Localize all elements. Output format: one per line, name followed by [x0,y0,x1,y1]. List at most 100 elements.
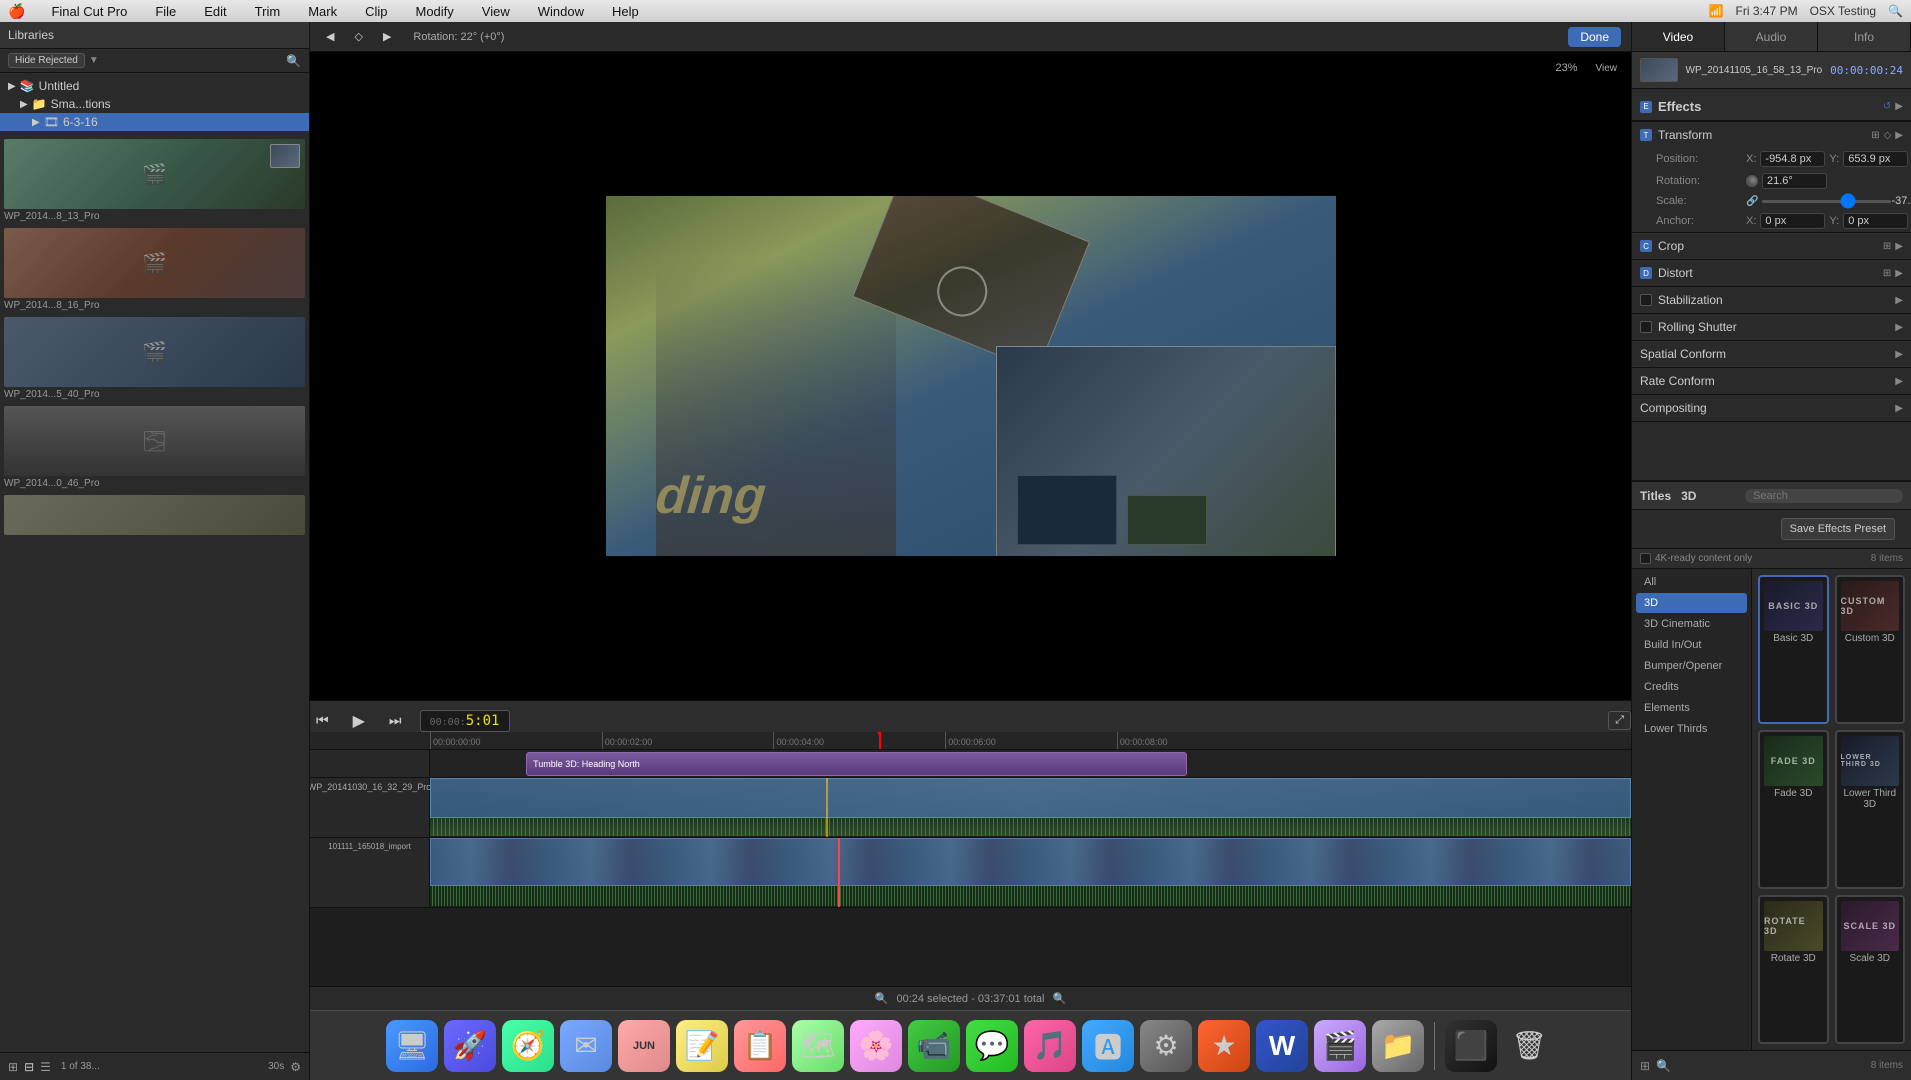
cat-3d-cinematic[interactable]: 3D Cinematic [1636,614,1747,634]
cat-all[interactable]: All [1636,572,1747,592]
dock-messages[interactable]: 💬 [966,1020,1018,1072]
title-card-fade-3d[interactable]: FADE 3D Fade 3D [1758,730,1829,890]
search-icon[interactable]: 🔍 [286,54,301,68]
list-view-icon[interactable]: ⊞ [8,1060,18,1074]
menu-file[interactable]: File [149,2,182,21]
clip-item[interactable] [4,495,305,535]
menu-mark[interactable]: Mark [302,2,343,21]
cat-build-in-out[interactable]: Build In/Out [1636,635,1747,655]
menu-window[interactable]: Window [532,2,590,21]
save-effects-preset-btn[interactable]: Save Effects Preset [1781,518,1895,540]
dock-itunes[interactable]: 🎵 [1024,1020,1076,1072]
dock-safari[interactable]: 🧭 [502,1020,554,1072]
effects-header[interactable]: E Effects ↺ ▶ [1632,93,1911,121]
dock-trash[interactable]: 🗑 [1503,1020,1555,1072]
track-content-video1[interactable] [430,778,1631,837]
clip-item[interactable]: 🌫 WP_2014...0_46_Pro [4,406,305,491]
distort-header[interactable]: D Distort ⊞ ▶ [1632,260,1911,286]
dock-launchpad[interactable]: 🚀 [444,1020,496,1072]
video-clip-1[interactable] [430,778,1631,818]
next-frame-btn[interactable]: ▶ [377,26,397,47]
effects-reset[interactable]: ↺ [1883,101,1891,112]
rate-conform-header[interactable]: Rate Conform ▶ [1632,368,1911,394]
menu-edit[interactable]: Edit [198,2,232,21]
crop-expand[interactable]: ▶ [1895,241,1903,252]
title-card-custom-3d[interactable]: CUSTOM 3D Custom 3D [1835,575,1906,724]
play-btn[interactable]: ▶ [347,707,371,735]
go-to-end-btn[interactable]: ⏭ [383,708,408,733]
dock-word[interactable]: W [1256,1020,1308,1072]
playhead[interactable] [879,732,881,749]
add-to-timeline-icon[interactable]: ⊞ [1640,1059,1650,1073]
tab-info[interactable]: Info [1818,22,1911,51]
pos-y-field[interactable]: 653.9 px [1843,151,1908,167]
spatial-conform-header[interactable]: Spatial Conform ▶ [1632,341,1911,367]
distort-expand[interactable]: ▶ [1895,268,1903,279]
settings-icon[interactable]: ⚙ [290,1060,301,1074]
cat-elements[interactable]: Elements [1636,698,1747,718]
dock-notes[interactable]: 📝 [676,1020,728,1072]
rolling-shutter-expand[interactable]: ▶ [1895,322,1903,333]
clip-item[interactable]: 🎬 WP_2014...8_16_Pro [4,228,305,313]
title-card-scale-3d[interactable]: SCALE 3D Scale 3D [1835,895,1906,1044]
apple-menu[interactable]: 🍎 [8,3,25,20]
library-item-event[interactable]: ▶ 🎞 6-3-16 [0,113,309,131]
titles-search-input[interactable] [1745,489,1903,503]
rolling-shutter-checkbox[interactable] [1640,321,1652,333]
dock-finalcut[interactable]: 🎬 [1314,1020,1366,1072]
cat-lower-thirds[interactable]: Lower Thirds [1636,719,1747,739]
stabilization-header[interactable]: Stabilization ▶ [1632,287,1911,313]
transform-keyframe-icon[interactable]: ◇ [1884,130,1892,141]
menu-trim[interactable]: Trim [249,2,287,21]
dock-finder2[interactable]: 📁 [1372,1020,1424,1072]
done-button[interactable]: Done [1568,27,1621,47]
transform-expand[interactable]: ▶ [1895,130,1903,141]
cat-bumper-opener[interactable]: Bumper/Opener [1636,656,1747,676]
track-content[interactable]: Tumble 3D: Heading North [430,750,1631,777]
stabilization-checkbox[interactable] [1640,294,1652,306]
4k-filter-checkbox[interactable] [1640,553,1651,564]
title-card-lower-third-3d[interactable]: LOWER THIRD 3D Lower Third 3D [1835,730,1906,890]
tab-audio[interactable]: Audio [1725,22,1818,51]
menu-finalcutpro[interactable]: Final Cut Pro [45,2,133,21]
dock-facetime[interactable]: 📹 [908,1020,960,1072]
scale-link-icon[interactable]: 🔗 [1746,196,1758,207]
menu-modify[interactable]: Modify [409,2,459,21]
rotation-dial[interactable] [1746,175,1758,187]
search-icon-titles[interactable]: 🔍 [1656,1059,1671,1073]
transform-grid-icon[interactable]: ⊞ [1871,130,1879,141]
prev-frame-btn[interactable]: ◀ [320,26,340,47]
video-clip-2[interactable] [430,838,1631,886]
compositing-header[interactable]: Compositing ▶ [1632,395,1911,421]
menu-help[interactable]: Help [606,2,645,21]
anchor-x-field[interactable]: 0 px [1760,213,1825,229]
rotation-field[interactable]: 21.6° [1762,173,1827,189]
title-card-rotate-3d[interactable]: ROTATE 3D Rotate 3D [1758,895,1829,1044]
library-item-smartcollections[interactable]: ▶ 📁 Sma...tions [0,95,309,113]
rate-expand[interactable]: ▶ [1895,376,1903,387]
dock-reeder[interactable]: ★ [1198,1020,1250,1072]
search-icon[interactable]: 🔍 [1888,4,1903,18]
dock-maps[interactable]: 🗺 [792,1020,844,1072]
overlay-clip-office[interactable] [996,346,1336,556]
grid-view-icon[interactable]: ⊟ [24,1060,34,1074]
match-btn[interactable]: ◇ [348,26,368,47]
anchor-y-field[interactable]: 0 px [1843,213,1908,229]
menu-clip[interactable]: Clip [359,2,393,21]
menu-view[interactable]: View [476,2,516,21]
title-card-basic-3d[interactable]: BASIC 3D Basic 3D [1758,575,1829,724]
dock-terminal[interactable]: ⬛ [1445,1020,1497,1072]
dock-finder[interactable]: 🖥 [386,1020,438,1072]
view-label[interactable]: View [1590,61,1624,76]
dock-sysprefs[interactable]: ⚙ [1140,1020,1192,1072]
title-clip[interactable]: Tumble 3D: Heading North [526,752,1187,776]
scale-slider[interactable] [1762,200,1891,203]
dock-photos[interactable]: 🌸 [850,1020,902,1072]
compositing-expand[interactable]: ▶ [1895,403,1903,414]
effects-expand[interactable]: ▶ [1895,101,1903,112]
clip-item[interactable]: 🎬 WP_2014...5_40_Pro [4,317,305,402]
library-item-untitled[interactable]: ▶ 📚 Untitled [0,77,309,95]
clip-item[interactable]: 🎬 WP_2014...8_13_Pro [4,139,305,224]
filmstrip-icon[interactable]: ☰ [40,1060,51,1074]
rolling-shutter-header[interactable]: Rolling Shutter ▶ [1632,314,1911,340]
